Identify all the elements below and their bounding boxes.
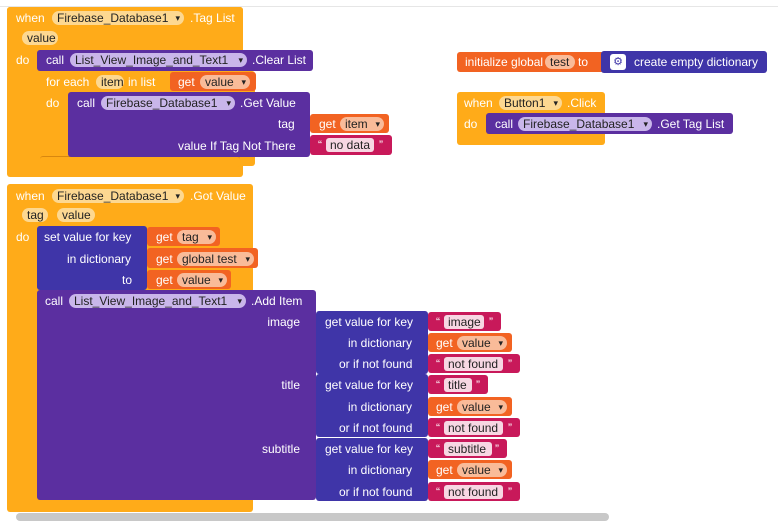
quote-close: ” [489, 315, 493, 329]
quote-close: ” [508, 357, 512, 371]
do-label-3: do [16, 230, 30, 244]
click-event-label: .Click [567, 96, 597, 110]
component-dropdown-2[interactable]: Firebase_Database1 [52, 189, 184, 203]
no-data-text[interactable]: no data [326, 138, 374, 152]
quote-open: “ [436, 421, 440, 435]
when-label-click: when [464, 96, 493, 110]
call-label-2: call [77, 96, 96, 110]
get-label-title: get [436, 400, 453, 414]
get-tag-list-method-label: .Get Tag List [657, 117, 725, 131]
get-label: get [178, 75, 195, 89]
in-dictionary-label: in dictionary [67, 252, 132, 266]
subtitle-key-text[interactable]: subtitle [444, 442, 492, 456]
get-value-dict-image-dropdown[interactable]: value [457, 336, 507, 350]
call-label-click: call [495, 117, 514, 131]
call-label-3: call [45, 294, 64, 308]
to-label-2: to [122, 273, 133, 287]
clear-list-component-dropdown[interactable]: List_View_Image_and_Text1 [70, 53, 247, 67]
tag-slot-label: tag [278, 117, 295, 131]
in-list-label: in list [128, 75, 156, 89]
value-if-tag-not-there-label: value If Tag Not There [178, 139, 296, 153]
get-value-for-key-label-subtitle: get value for key [325, 442, 414, 456]
or-if-not-found-label-subtitle: or if not found [339, 485, 413, 499]
get-label-image: get [436, 336, 453, 350]
title-key-text[interactable]: title [444, 378, 472, 392]
quote-open: “ [436, 485, 440, 499]
item-param-pill[interactable]: item [96, 75, 124, 89]
get-item-dropdown[interactable]: item [340, 117, 384, 131]
global-name-field[interactable]: test [545, 55, 575, 69]
get-value-dropdown-2[interactable]: value [177, 273, 227, 287]
subtitle-slot-label: subtitle [261, 442, 300, 456]
get-value-component-dropdown[interactable]: Firebase_Database1 [101, 96, 235, 110]
image-slot-label: image [267, 315, 300, 329]
get-label-2: get [319, 117, 336, 131]
horizontal-scrollbar[interactable] [16, 513, 609, 521]
param-value-pill-2[interactable]: value [57, 208, 95, 222]
got-value-event-label: .Got Value [190, 189, 246, 203]
create-empty-dictionary-label: create empty dictionary [634, 55, 759, 69]
event-name-label: .Tag List [190, 11, 235, 25]
get-label-subtitle: get [436, 463, 453, 477]
get-value-dropdown[interactable]: value [200, 75, 250, 89]
in-dictionary-label-title: in dictionary [348, 400, 413, 414]
get-global-test-dropdown[interactable]: global test [177, 252, 254, 266]
quote-open: “ [318, 138, 322, 152]
call-label: call [46, 53, 65, 67]
get-tag-list-component-dropdown[interactable]: Firebase_Database1 [518, 117, 652, 131]
component-dropdown[interactable]: Firebase_Database1 [52, 11, 184, 25]
clear-list-method-label: .Clear List [252, 53, 307, 67]
quote-close: ” [508, 485, 512, 499]
get-value-dict-title-dropdown[interactable]: value [457, 400, 507, 414]
button-component-dropdown[interactable]: Button1 [499, 96, 562, 110]
not-found-title-text[interactable]: not found [444, 421, 503, 435]
quote-open: “ [436, 378, 440, 392]
title-slot-label: title [281, 378, 300, 392]
quote-open: “ [436, 357, 440, 371]
in-dictionary-label-subtitle: in dictionary [348, 463, 413, 477]
or-if-not-found-label-image: or if not found [339, 357, 413, 371]
get-label-4: get [156, 252, 173, 266]
get-label-5: get [156, 273, 173, 287]
not-found-subtitle-text[interactable]: not found [444, 485, 503, 499]
get-value-dict-subtitle-dropdown[interactable]: value [457, 463, 507, 477]
quote-close: ” [379, 138, 383, 152]
add-item-method-label: .Add Item [251, 294, 303, 308]
param-value-pill[interactable]: value [22, 31, 58, 45]
quote-close: ” [508, 421, 512, 435]
when-label-2: when [16, 189, 45, 203]
not-found-image-text[interactable]: not found [444, 357, 503, 371]
quote-open: “ [436, 442, 440, 456]
to-label: to [578, 55, 589, 69]
in-dictionary-label-image: in dictionary [348, 336, 413, 350]
when-label: when [16, 11, 45, 25]
quote-open: “ [436, 315, 440, 329]
gear-icon[interactable]: ⚙ [610, 54, 626, 70]
get-value-for-key-label-title: get value for key [325, 378, 414, 392]
do-label-2: do [46, 96, 60, 110]
param-tag-pill[interactable]: tag [22, 208, 48, 222]
quote-close: ” [476, 378, 480, 392]
for-each-label: for each [46, 75, 90, 89]
initialize-global-label: initialize global [465, 55, 544, 69]
get-tag-dropdown[interactable]: tag [177, 230, 216, 244]
get-value-for-key-label: get value for key [325, 315, 414, 329]
do-label-click: do [464, 117, 478, 131]
set-value-for-key-label: set value for key [44, 230, 132, 244]
get-value-method-label: .Get Value [240, 96, 296, 110]
for-each-bottom [40, 156, 240, 167]
add-item-component-dropdown[interactable]: List_View_Image_and_Text1 [69, 294, 246, 308]
do-label: do [16, 53, 30, 67]
or-if-not-found-label-title: or if not found [339, 421, 413, 435]
image-key-text[interactable]: image [444, 315, 484, 329]
quote-close: ” [495, 442, 499, 456]
get-label-3: get [156, 230, 173, 244]
